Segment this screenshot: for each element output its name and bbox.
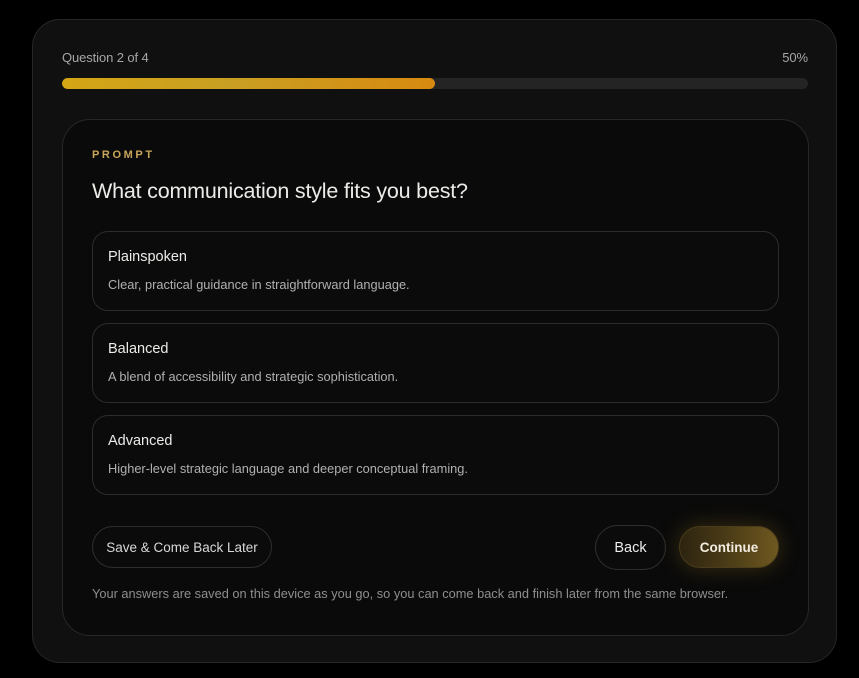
- progress-percent: 50%: [782, 50, 808, 65]
- question-panel: PROMPT What communication style fits you…: [62, 119, 809, 636]
- save-notice: Your answers are saved on this device as…: [92, 586, 729, 601]
- option-title: Balanced: [108, 341, 169, 357]
- progress-bar: [62, 78, 808, 89]
- question-title: What communication style fits you best?: [92, 179, 468, 203]
- back-button[interactable]: Back: [595, 525, 666, 570]
- option-description: A blend of accessibility and strategic s…: [108, 369, 399, 384]
- save-and-come-back-button[interactable]: Save & Come Back Later: [92, 526, 272, 568]
- option-description: Clear, practical guidance in straightfor…: [108, 277, 410, 292]
- progress-header: Question 2 of 4 50%: [62, 50, 808, 65]
- quiz-card: Question 2 of 4 50% PROMPT What communic…: [32, 19, 837, 663]
- option-description: Higher-level strategic language and deep…: [108, 461, 468, 476]
- progress-bar-fill: [62, 78, 435, 89]
- option-title: Advanced: [108, 433, 173, 449]
- option-balanced[interactable]: Balanced A blend of accessibility and st…: [92, 323, 779, 403]
- progress-label: Question 2 of 4: [62, 50, 149, 65]
- option-advanced[interactable]: Advanced Higher-level strategic language…: [92, 415, 779, 495]
- question-eyebrow: PROMPT: [92, 149, 155, 161]
- option-title: Plainspoken: [108, 249, 187, 265]
- option-plainspoken[interactable]: Plainspoken Clear, practical guidance in…: [92, 231, 779, 311]
- continue-button[interactable]: Continue: [679, 526, 779, 568]
- answer-options: Plainspoken Clear, practical guidance in…: [92, 231, 779, 507]
